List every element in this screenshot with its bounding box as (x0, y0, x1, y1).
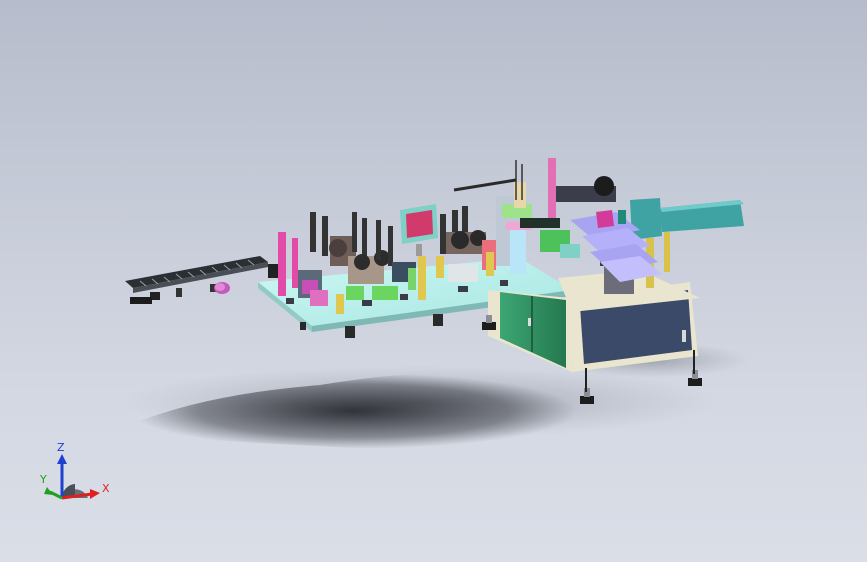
z-axis-label: Z (57, 441, 65, 454)
cad-model-view[interactable] (0, 0, 867, 562)
coordinate-triad-icon (44, 454, 100, 500)
y-axis-label: Y (39, 473, 47, 486)
gantry-assembly[interactable] (453, 158, 616, 274)
x-axis-label: X (102, 482, 110, 495)
infeed-conveyor[interactable] (125, 256, 268, 304)
graphics-viewport[interactable]: Z X Y (0, 0, 867, 562)
orientation-triad[interactable]: Z X Y (30, 436, 120, 516)
